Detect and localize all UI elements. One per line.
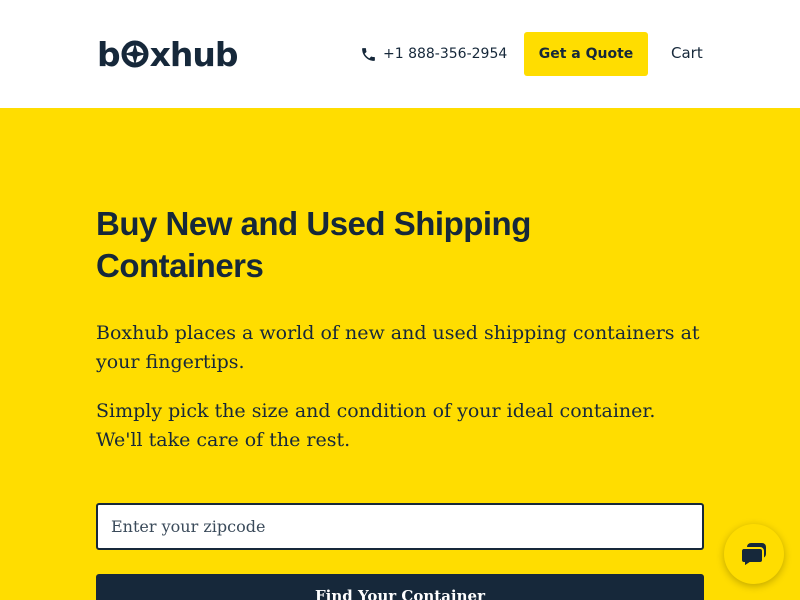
logo-text-left: b xyxy=(97,34,121,74)
phone-number: +1 888-356-2954 xyxy=(383,46,508,62)
find-your-container-button[interactable]: Find Your Container xyxy=(96,574,704,600)
boxhub-logo-mark-icon xyxy=(121,40,149,68)
hero-title: Buy New and Used Shipping Containers xyxy=(96,205,531,284)
hero-paragraph-details: Simply pick the size and condition of yo… xyxy=(96,400,656,451)
zipcode-input[interactable] xyxy=(96,503,704,550)
boxhub-logo[interactable]: b xhub xyxy=(97,34,239,74)
phone-icon xyxy=(362,47,375,61)
site-header: b xhub +1 888-356-2954 Get a Quote Cart xyxy=(0,0,800,108)
logo-text-right: xhub xyxy=(149,34,239,74)
hero-paragraph-intro: Boxhub places a world of new and used sh… xyxy=(96,322,700,373)
chat-widget-button[interactable] xyxy=(724,524,784,584)
phone-link[interactable]: +1 888-356-2954 xyxy=(360,44,507,64)
chat-icon xyxy=(740,543,766,569)
get-a-quote-button[interactable]: Get a Quote xyxy=(524,32,648,76)
cart-link[interactable]: Cart xyxy=(671,44,703,62)
